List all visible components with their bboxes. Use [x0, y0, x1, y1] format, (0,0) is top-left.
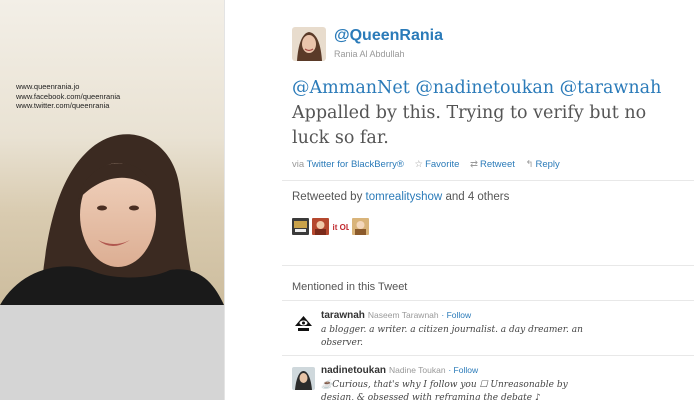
retweeter-avatar[interactable] [352, 218, 369, 235]
mention-tarawnah[interactable]: @tarawnah [560, 78, 662, 98]
divider [282, 180, 694, 181]
retweeter-avatar[interactable] [292, 218, 309, 235]
eye-logo-icon [292, 312, 315, 335]
tweet-text: @AmmanNet @nadinetoukan @tarawnah Appall… [292, 76, 687, 151]
mentioned-user-avatar-image [292, 367, 315, 390]
mentioned-user-screen-name[interactable]: tarawnah [321, 310, 365, 321]
mentioned-user-avatar[interactable] [292, 312, 315, 335]
retweet-label: Retweet [480, 159, 515, 170]
retweeted-by-label: Retweeted by [292, 191, 363, 203]
author-full-name: Rania Al Abdullah [334, 49, 405, 59]
background-gray-area [0, 305, 224, 400]
tweet-source-link[interactable]: Twitter for BlackBerry® [307, 159, 404, 170]
mention-ammannet[interactable]: @AmmanNet [292, 78, 410, 98]
divider [282, 300, 694, 301]
follow-button[interactable]: · Follow [448, 365, 478, 375]
mentioned-user-bio: a blogger. a writer. a citizen journalis… [321, 325, 583, 348]
tweet-meta: via Twitter for BlackBerry® ☆ Favorite ⇄ R… [292, 159, 560, 170]
favorite-label: Favorite [425, 159, 460, 170]
retweeted-others: and 4 others [445, 191, 510, 203]
reply-button[interactable]: ↰ Reply [526, 159, 560, 170]
divider [282, 265, 694, 266]
mentioned-user-avatar[interactable] [292, 367, 315, 390]
background-link-website: www.queenrania.jo [16, 82, 80, 91]
mentioned-user-screen-name[interactable]: nadinetoukan [321, 365, 386, 376]
author-avatar[interactable] [292, 27, 326, 61]
retweeted-by: Retweeted by tomrealityshow and 4 others [292, 191, 509, 203]
mentioned-user-name: Naseem Tarawnah [367, 310, 439, 320]
star-icon: ☆ [414, 159, 424, 170]
retweet-icon: ⇄ [470, 159, 479, 170]
mentioned-user-bio: ☕Curious, that's why I follow you ☐ Unre… [321, 380, 568, 400]
mentioned-user-header: nadinetoukan Nadine Toukan · Follow [321, 365, 478, 376]
tweet-body: Appalled by this. Trying to verify but n… [292, 103, 647, 148]
divider [282, 355, 694, 356]
mentioned-title: Mentioned in this Tweet [292, 281, 408, 293]
via-label: via [292, 159, 305, 170]
reply-label: Reply [535, 159, 560, 170]
background-link-facebook: www.facebook.com/queenrania [16, 91, 121, 101]
follow-button[interactable]: · Follow [441, 310, 471, 320]
tweet-detail: @QueenRania Rania Al Abdullah @AmmanNet … [225, 0, 694, 400]
mention-nadinetoukan[interactable]: @nadinetoukan [415, 78, 554, 98]
profile-background: www.queenrania.jo www.facebook.com/queen… [0, 0, 224, 305]
favorite-button[interactable]: ☆ Favorite [415, 159, 460, 170]
author-screen-name[interactable]: @QueenRania [334, 27, 443, 45]
reply-arrow-icon: ↰ [525, 159, 534, 170]
retweeter-avatar[interactable] [312, 218, 329, 235]
retweeter-link[interactable]: tomrealityshow [366, 191, 443, 203]
retweet-button[interactable]: ⇄ Retweet [470, 159, 515, 170]
background-links: www.queenrania.jo www.facebook.com/queen… [16, 82, 120, 111]
background-link-twitter: www.twitter.com/queenrania [16, 101, 110, 110]
retweeter-avatar[interactable]: it OL [332, 218, 349, 235]
portrait-image [0, 134, 224, 305]
author-avatar-image [292, 27, 326, 61]
mentioned-user-name: Nadine Toukan [389, 365, 446, 375]
mentioned-user-header: tarawnah Naseem Tarawnah · Follow [321, 310, 471, 321]
retweeter-avatars: it OL [292, 218, 369, 235]
itol-logo-text: it OL [333, 223, 350, 232]
